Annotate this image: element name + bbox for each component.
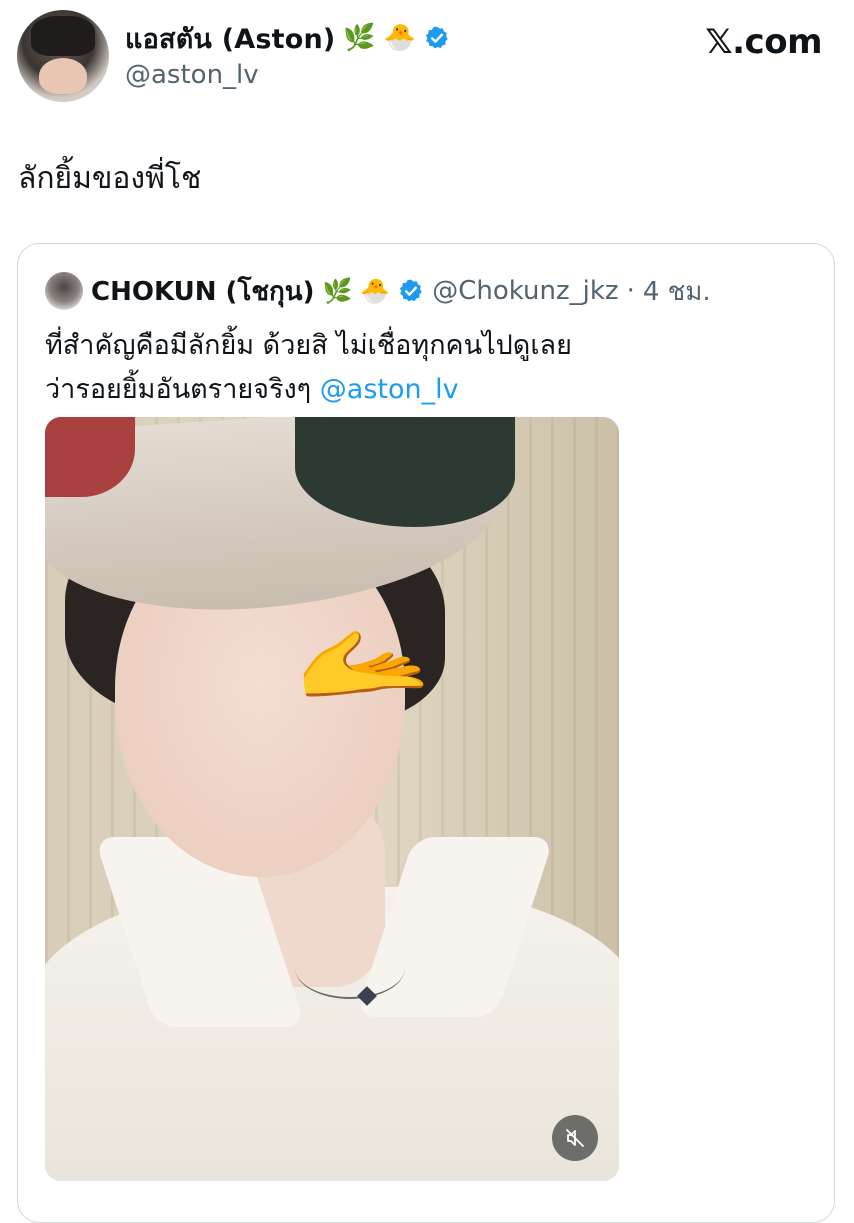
leaf-emoji: 🌿: [343, 23, 376, 53]
quoted-author-avatar[interactable]: [45, 272, 83, 310]
quoted-tweet-text: ที่สำคัญคือมีลักยิ้ม ด้วยสิ ไม่เชื่อทุกค…: [45, 324, 805, 412]
tweet-header: แอสตัน (Aston) 🌿 🐣 @aston_lv 𝕏.com: [0, 0, 854, 110]
author-handle[interactable]: @aston_lv: [125, 60, 259, 90]
quoted-text-line-2: ว่ารอยยิ้มอันตรายจริงๆ @aston_lv: [45, 368, 805, 412]
author-avatar[interactable]: [17, 10, 109, 102]
quoted-video[interactable]: 🫴: [45, 417, 619, 1181]
mute-toggle-button[interactable]: [552, 1115, 598, 1161]
quoted-tweet-card[interactable]: CHOKUN (โชกุน) 🌿 🐣 @Chokunz_jkz · 4 ชม. …: [17, 243, 835, 1223]
verified-badge-icon: [399, 279, 422, 302]
mention-link[interactable]: @aston_lv: [320, 374, 459, 405]
x-logo: 𝕏.com: [705, 22, 822, 62]
leaf-emoji: 🌿: [322, 277, 353, 305]
muted-speaker-icon: [566, 1129, 584, 1147]
hatching-chick-emoji: 🐣: [360, 277, 391, 305]
quoted-tweet-header: CHOKUN (โชกุน) 🌿 🐣 @Chokunz_jkz · 4 ชม.: [45, 272, 711, 310]
tweet-text: ลักยิ้มของพี่โช: [18, 161, 202, 196]
quoted-text-line-2-body: ว่ารอยยิ้มอันตรายจริงๆ: [45, 374, 312, 405]
verified-badge-icon: [425, 26, 448, 49]
quoted-timestamp[interactable]: 4 ชม.: [643, 271, 711, 312]
author-name-row: แอสตัน (Aston) 🌿 🐣: [125, 18, 450, 58]
separator-dot: ·: [626, 276, 635, 306]
hatching-chick-emoji: 🐣: [383, 23, 417, 53]
quoted-author-handle[interactable]: @Chokunz_jkz: [432, 276, 618, 306]
palm-up-hand-emoji: 🫴: [295, 598, 432, 726]
quoted-text-line-1: ที่สำคัญคือมีลักยิ้ม ด้วยสิ ไม่เชื่อทุกค…: [45, 330, 572, 361]
author-display-name[interactable]: แอสตัน (Aston): [125, 17, 335, 60]
quoted-author-display-name[interactable]: CHOKUN (โชกุน): [91, 271, 314, 312]
video-necklace: [295, 937, 405, 999]
